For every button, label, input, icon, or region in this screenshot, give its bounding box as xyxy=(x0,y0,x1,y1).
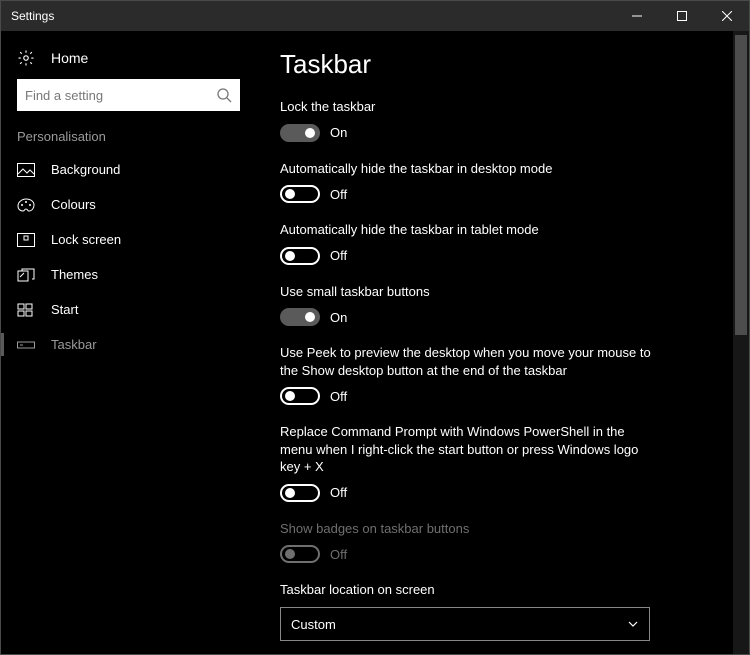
close-icon xyxy=(722,11,732,21)
titlebar: Settings xyxy=(1,1,749,31)
toggle-state: Off xyxy=(330,187,347,202)
setting-label: Use small taskbar buttons xyxy=(280,283,660,301)
sidebar-item-taskbar[interactable]: Taskbar xyxy=(1,327,256,362)
sidebar-item-label: Background xyxy=(51,162,120,177)
search-container xyxy=(1,79,256,129)
toggle-knob xyxy=(285,549,295,559)
toggle-state: On xyxy=(330,310,347,325)
taskbar-icon xyxy=(17,338,35,352)
minimize-icon xyxy=(632,11,642,21)
toggle-peek[interactable] xyxy=(280,387,320,405)
toggle-state: Off xyxy=(330,248,347,263)
sidebar-item-label: Taskbar xyxy=(51,337,97,352)
lock-screen-icon xyxy=(17,233,35,247)
sidebar-item-label: Themes xyxy=(51,267,98,282)
toggle-knob xyxy=(285,488,295,498)
setting-peek: Use Peek to preview the desktop when you… xyxy=(280,344,660,405)
toggle-state: On xyxy=(330,125,347,140)
setting-small-buttons: Use small taskbar buttons On xyxy=(280,283,660,327)
sidebar-item-colours[interactable]: Colours xyxy=(1,187,256,222)
search-icon xyxy=(216,87,232,103)
toggle-powershell[interactable] xyxy=(280,484,320,502)
sidebar-item-label: Start xyxy=(51,302,78,317)
setting-location: Taskbar location on screen Custom xyxy=(280,581,660,641)
setting-label: Lock the taskbar xyxy=(280,98,660,116)
setting-label: Automatically hide the taskbar in tablet… xyxy=(280,221,660,239)
minimize-button[interactable] xyxy=(614,1,659,31)
nav-list: Background Colours Lock screen Themes St… xyxy=(1,152,256,362)
chevron-down-icon xyxy=(627,618,639,630)
select-taskbar-location[interactable]: Custom xyxy=(280,607,650,641)
toggle-hide-tablet[interactable] xyxy=(280,247,320,265)
search-input[interactable] xyxy=(17,79,240,111)
maximize-icon xyxy=(677,11,687,21)
toggle-knob xyxy=(305,128,315,138)
close-button[interactable] xyxy=(704,1,749,31)
setting-label: Show badges on taskbar buttons xyxy=(280,520,660,538)
toggle-knob xyxy=(285,251,295,261)
sidebar-item-label: Lock screen xyxy=(51,232,121,247)
setting-label: Automatically hide the taskbar in deskto… xyxy=(280,160,660,178)
toggle-knob xyxy=(285,189,295,199)
toggle-knob xyxy=(285,391,295,401)
content-inner: Taskbar Lock the taskbar On Automaticall… xyxy=(280,49,660,654)
sidebar-item-themes[interactable]: Themes xyxy=(1,257,256,292)
home-label: Home xyxy=(51,50,88,66)
home-button[interactable]: Home xyxy=(1,45,256,79)
select-value: Custom xyxy=(291,617,336,632)
setting-label: Replace Command Prompt with Windows Powe… xyxy=(280,423,660,476)
themes-icon xyxy=(17,268,35,282)
toggle-state: Off xyxy=(330,485,347,500)
setting-label: Use Peek to preview the desktop when you… xyxy=(280,344,660,379)
sidebar-item-start[interactable]: Start xyxy=(1,292,256,327)
toggle-knob xyxy=(305,312,315,322)
toggle-lock-taskbar[interactable] xyxy=(280,124,320,142)
content: Taskbar Lock the taskbar On Automaticall… xyxy=(256,31,749,654)
body: Home Personalisation Background xyxy=(1,31,749,654)
sidebar: Home Personalisation Background xyxy=(1,31,256,654)
toggle-state: Off xyxy=(330,547,347,562)
toggle-small-buttons[interactable] xyxy=(280,308,320,326)
palette-icon xyxy=(17,198,35,212)
sidebar-item-background[interactable]: Background xyxy=(1,152,256,187)
setting-powershell: Replace Command Prompt with Windows Powe… xyxy=(280,423,660,502)
setting-lock-taskbar: Lock the taskbar On xyxy=(280,98,660,142)
search-field[interactable] xyxy=(25,88,216,103)
setting-hide-tablet: Automatically hide the taskbar in tablet… xyxy=(280,221,660,265)
scrollbar-thumb[interactable] xyxy=(735,35,747,335)
gear-icon xyxy=(17,49,35,67)
window-title: Settings xyxy=(11,9,54,23)
toggle-badges xyxy=(280,545,320,563)
setting-label: Taskbar location on screen xyxy=(280,581,660,599)
start-icon xyxy=(17,303,35,317)
maximize-button[interactable] xyxy=(659,1,704,31)
toggle-state: Off xyxy=(330,389,347,404)
toggle-hide-desktop[interactable] xyxy=(280,185,320,203)
sidebar-item-label: Colours xyxy=(51,197,96,212)
setting-hide-desktop: Automatically hide the taskbar in deskto… xyxy=(280,160,660,204)
category-header: Personalisation xyxy=(1,129,256,152)
settings-window: Settings Home xyxy=(0,0,750,655)
page-title: Taskbar xyxy=(280,49,660,80)
sidebar-item-lock-screen[interactable]: Lock screen xyxy=(1,222,256,257)
picture-icon xyxy=(17,163,35,177)
setting-badges: Show badges on taskbar buttons Off xyxy=(280,520,660,564)
scrollbar-track[interactable] xyxy=(733,31,749,654)
